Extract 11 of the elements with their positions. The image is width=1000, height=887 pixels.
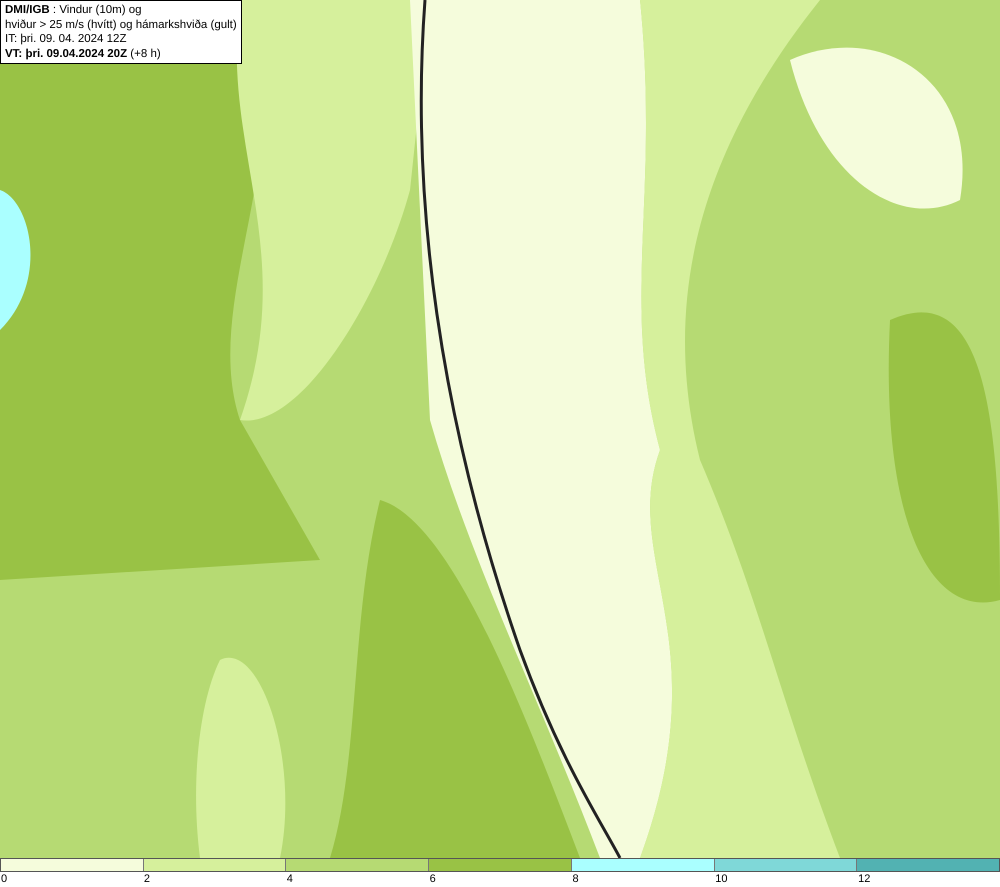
title-line: DMI/IGB : Vindur (10m) og [5, 3, 143, 18]
legend-label: 4 [286, 873, 293, 885]
legend-label: 8 [572, 873, 579, 885]
legend-label: 2 [144, 873, 150, 885]
legend-label: 6 [430, 873, 436, 885]
legend-label: 0 [1, 873, 8, 885]
title-line: IT: þri. 09. 04. 2024 12Z [5, 32, 128, 46]
title-line: VT: þri. 09.04.2024 20Z (+8 h) [5, 46, 162, 61]
title-line: hviður > 25 m/s (hvítt) og hámarkshviða (gult) [5, 18, 237, 32]
legend-label: 10 [715, 873, 728, 885]
legend-label: 12 [858, 873, 870, 885]
